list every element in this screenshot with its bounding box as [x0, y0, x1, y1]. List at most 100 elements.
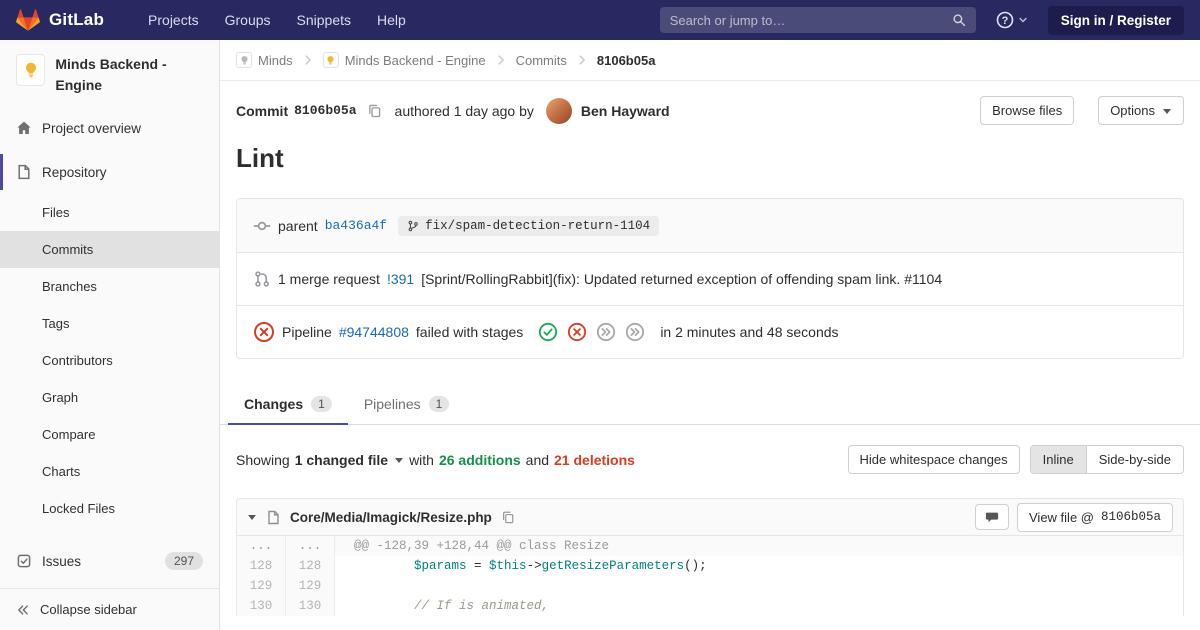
help-dropdown[interactable]: ?: [996, 11, 1028, 29]
lightbulb-icon: [325, 55, 336, 66]
breadcrumb-item-minds-backend-engine[interactable]: Minds Backend - Engine: [322, 52, 486, 68]
global-search-box: [659, 7, 976, 33]
commit-icon: [253, 217, 271, 235]
project-name[interactable]: Minds Backend - Engine: [55, 54, 203, 96]
merge-request-row: 1 merge request !391 [Sprint/RollingRabb…: [237, 252, 1183, 305]
issues-count-badge: 297: [164, 552, 203, 570]
sidebar-item-label: Compare: [42, 427, 96, 442]
view-mode-side-by-side[interactable]: Side-by-side: [1085, 446, 1183, 473]
branch-name: fix/spam-detection-return-1104: [425, 218, 651, 233]
sidebar-item-charts[interactable]: Charts: [0, 453, 219, 490]
sidebar-item-repository[interactable]: Repository: [0, 150, 219, 194]
sidebar-item-label: Branches: [42, 279, 97, 294]
view-file-button[interactable]: View file @ 8106b05a: [1017, 502, 1173, 532]
changed-files-dropdown[interactable]: 1 changed file: [295, 452, 404, 468]
sidebar-item-label: Charts: [42, 464, 81, 479]
merge-request-prefix: 1 merge request: [278, 271, 380, 287]
collapse-sidebar-button[interactable]: Collapse sidebar: [0, 588, 219, 630]
commit-tabs: Changes 1 Pipelines 1: [220, 385, 1200, 425]
breadcrumb-item-minds[interactable]: Minds: [236, 52, 293, 68]
parent-sha-link[interactable]: ba436a4f: [325, 218, 387, 233]
old-line-number[interactable]: 129: [237, 576, 286, 596]
collapse-diff-caret[interactable]: [247, 512, 257, 522]
breadcrumb-label: Minds: [258, 52, 293, 68]
sidebar-item-branches[interactable]: Branches: [0, 268, 219, 305]
sidebar-item-commits[interactable]: Commits: [0, 231, 219, 268]
new-line-number[interactable]: 130: [286, 596, 335, 616]
breadcrumb-label: Minds Backend - Engine: [344, 52, 486, 68]
browse-files-button[interactable]: Browse files: [980, 96, 1075, 125]
diff-line-row: 129 129: [237, 576, 1183, 596]
nav-menu-snippets[interactable]: Snippets: [297, 12, 351, 28]
tab-pipelines[interactable]: Pipelines 1: [348, 385, 466, 424]
svg-text:?: ?: [1001, 15, 1008, 27]
pipeline-stage-skipped-icon[interactable]: [625, 322, 645, 342]
copy-commit-sha-button[interactable]: [367, 103, 382, 118]
project-avatar[interactable]: [16, 54, 46, 86]
file-header-actions: View file @ 8106b05a: [975, 502, 1173, 532]
navbar-right: ? Sign in / Register: [659, 5, 1184, 35]
showing-label: Showing: [236, 451, 290, 468]
new-line-number[interactable]: 129: [286, 576, 335, 596]
search-icon: [952, 13, 966, 27]
pipeline-stage-success-icon[interactable]: [538, 322, 558, 342]
breadcrumb-item-8106b05a: 8106b05a: [597, 53, 656, 68]
search-input[interactable]: [669, 12, 952, 28]
pipeline-mini-graph: [538, 322, 645, 342]
merge-request-link[interactable]: !391: [387, 271, 414, 287]
sidebar-item-label: Commits: [42, 242, 94, 257]
view-file-sha: 8106b05a: [1100, 510, 1161, 524]
hide-whitespace-button[interactable]: Hide whitespace changes: [847, 445, 1020, 474]
nav-menu-groups[interactable]: Groups: [225, 12, 271, 28]
view-mode-inline[interactable]: Inline: [1030, 446, 1086, 473]
sidebar-item-label: Contributors: [42, 353, 113, 368]
sidebar-item-files[interactable]: Files: [0, 194, 219, 231]
sidebar-item-compare[interactable]: Compare: [0, 416, 219, 453]
sidebar-item-issues[interactable]: Issues 297: [0, 539, 219, 583]
nav-menu-projects[interactable]: Projects: [148, 12, 199, 28]
options-label: Options: [1110, 103, 1155, 118]
old-line-number[interactable]: 128: [237, 556, 286, 576]
pipeline-failed-icon[interactable]: [253, 321, 275, 343]
new-line-number[interactable]: 128: [286, 556, 335, 576]
sidebar-item-tags[interactable]: Tags: [0, 305, 219, 342]
home-icon: [16, 120, 32, 136]
sidebar-item-locked-files[interactable]: Locked Files: [0, 490, 219, 527]
old-line-number: ...: [237, 536, 286, 556]
chevron-down-icon: [1018, 15, 1028, 25]
sidebar-item-label: Repository: [42, 164, 107, 180]
sidebar-item-contributors[interactable]: Contributors: [0, 342, 219, 379]
tab-count-badge: 1: [428, 396, 450, 412]
project-avatar: [322, 52, 339, 68]
sidebar-item-project-overview[interactable]: Project overview: [0, 106, 219, 150]
author-avatar[interactable]: [545, 97, 572, 124]
breadcrumb-item-commits[interactable]: Commits: [516, 53, 567, 68]
sign-in-button[interactable]: Sign in / Register: [1047, 5, 1184, 35]
navbar-menu: Projects Groups Snippets Help: [148, 12, 406, 28]
commit-title: Lint: [236, 143, 284, 173]
diff-view-toggle: Inline Side-by-side: [1029, 445, 1184, 474]
parent-label: parent: [278, 217, 318, 234]
group-avatar: [236, 52, 252, 68]
tab-changes[interactable]: Changes 1: [228, 385, 348, 425]
file-path-link[interactable]: Core/Media/Imagick/Resize.php: [290, 510, 492, 525]
options-dropdown-button[interactable]: Options: [1098, 96, 1184, 125]
branch-ref-badge[interactable]: fix/spam-detection-return-1104: [398, 215, 660, 236]
sidebar-item-graph[interactable]: Graph: [0, 379, 219, 416]
gitlab-home-link[interactable]: GitLab: [16, 8, 104, 32]
commit-header: Commit 8106b05a authored 1 day ago by Be…: [220, 81, 1200, 131]
merge-request-title: [Sprint/RollingRabbit](fix): Updated ret…: [421, 271, 943, 287]
pipeline-stage-skipped-icon[interactable]: [596, 322, 616, 342]
old-line-number[interactable]: 130: [237, 596, 286, 616]
author-name[interactable]: Ben Hayward: [581, 103, 670, 119]
toggle-comments-button[interactable]: [975, 504, 1009, 530]
copy-file-path-button[interactable]: [501, 510, 515, 524]
top-navbar: GitLab Projects Groups Snippets Help ? Sign…: [0, 0, 1200, 40]
pipeline-stage-failed-icon[interactable]: [567, 322, 587, 342]
additions-count: 26 additions: [438, 451, 521, 468]
pipeline-link[interactable]: #94744808: [339, 324, 409, 340]
commit-actions: Browse files Options: [980, 96, 1184, 125]
nav-menu-help[interactable]: Help: [377, 12, 406, 28]
project-header: Minds Backend - Engine: [0, 40, 219, 106]
sidebar-item-label: Issues: [42, 553, 82, 569]
